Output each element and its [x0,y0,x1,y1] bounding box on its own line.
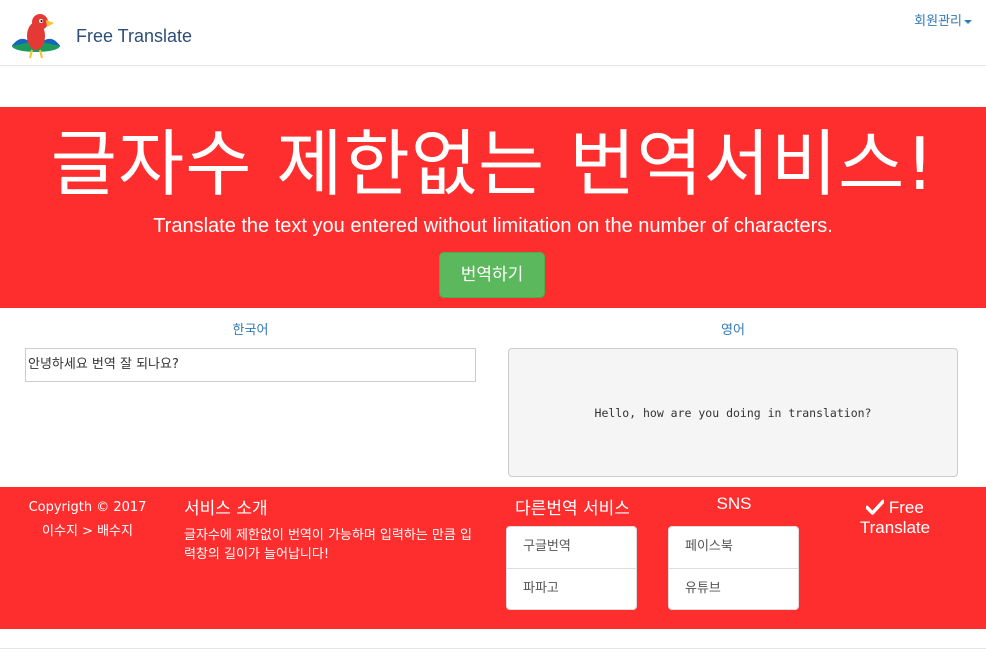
footer-brand-line2: Translate [859,518,931,537]
about-text: 글자수에 제한없이 번역이 가능하며 입력하는 만큼 입력창의 길이가 늘어납니… [184,528,472,562]
copyright-block: Copyrigth © 2017 이수지 > 배수지 [20,496,155,544]
hero-subtitle: Translate the text you entered without l… [153,215,833,237]
other-services-title: 다른번역 서비스 [515,499,630,519]
brand-link[interactable]: Free Translate [10,12,192,60]
papago-link[interactable]: 파파고 [507,568,636,609]
other-services-list: 구글번역 파파고 [506,526,637,610]
top-navbar: Free Translate 회원관리 [0,0,986,66]
caret-down-icon [964,19,972,24]
sns-list: 페이스북 유튜브 [668,526,799,610]
source-text-input[interactable]: 안녕하세요 번역 잘 되나요? [25,348,476,382]
footer: Copyrigth © 2017 이수지 > 배수지 서비스 소개 글자수에 제… [0,487,986,629]
about-title: 서비스 소개 [184,499,268,519]
authors-text: 이수지 > 배수지 [42,524,133,539]
hero-banner: 글자수 제한없는 번역서비스! Translate the text you e… [0,107,986,308]
footer-brand-line1: Free [888,498,924,517]
translation-result-box: Hello, how are you doing in translation? [508,348,958,477]
bottom-divider [0,648,986,649]
brand-name: Free Translate [76,25,193,46]
hero-title: 글자수 제한없는 번역서비스! [50,122,936,206]
youtube-link[interactable]: 유튜브 [669,568,798,609]
facebook-link[interactable]: 페이스북 [669,527,798,568]
sns-title: SNS [716,494,752,513]
parrot-logo-icon [12,14,60,59]
member-menu-dropdown[interactable]: 회원관리 [914,10,972,29]
copyright-text: Copyrigth © 2017 [28,500,147,515]
target-language-label: 영어 [721,323,745,338]
google-translate-link[interactable]: 구글번역 [507,527,636,568]
translation-result-text: Hello, how are you doing in translation? [594,405,872,420]
member-menu-label: 회원관리 [914,14,962,29]
source-language-label: 한국어 [232,323,269,338]
check-icon [866,499,885,515]
footer-brand: Free Translate [845,498,945,538]
translate-button[interactable]: 번역하기 [439,252,545,298]
